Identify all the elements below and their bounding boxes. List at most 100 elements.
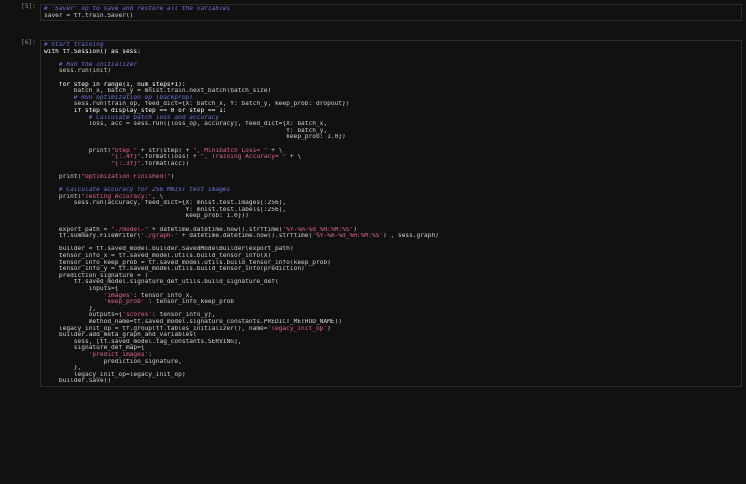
code-line: Y: mnist.test.labels[:256], xyxy=(44,207,738,214)
code-line: batch_x, batch_y = mnist.train.next_batc… xyxy=(44,88,738,95)
code-token: export_path = xyxy=(44,226,112,233)
code-line: export_path = "./model-" + datetime.date… xyxy=(44,227,738,234)
code-token: + str(step) + xyxy=(137,147,194,154)
code-token: "{:.3f}" xyxy=(111,160,141,167)
code-token: + datetime.datetime.now().strftime( xyxy=(178,233,313,240)
code-token: keep_prob: 1.0})) xyxy=(44,213,249,220)
code-line: tensor_info_y = tf.saved_model.utils.bui… xyxy=(44,266,738,273)
code-line: sess, [tf.saved_model.tag_constants.SERV… xyxy=(44,339,738,346)
code-line: tensor_info_x = tf.saved_model.utils.bui… xyxy=(44,253,738,260)
code-token: tensor_info_keep_prob = tf.saved_model.u… xyxy=(44,259,331,266)
code-token: inputs={ xyxy=(44,285,119,292)
cell-5-code-editor[interactable]: # 'Saver' op to save and restore all the… xyxy=(40,4,742,22)
code-token: tensor_info_y = tf.saved_model.utils.bui… xyxy=(44,266,305,273)
code-token: builder.save() xyxy=(44,378,112,385)
code-line: # Run optimization op (backprop) xyxy=(44,95,738,102)
code-token: + datetime.datetime.now().strftime( xyxy=(148,226,283,233)
code-line: 'keep_prob' : tensor_info_keep_prob xyxy=(44,299,738,306)
code-token: .format(loss) + xyxy=(140,154,201,161)
code-token: Y: mnist.test.labels[:256], xyxy=(44,206,287,213)
code-line: tf.saved_model.signature_def_utils.build… xyxy=(44,279,738,286)
code-token: 'legacy_init_op' xyxy=(267,325,328,332)
cell-6-code-editor[interactable]: # Start training with tf.Session() as ses… xyxy=(40,40,742,387)
code-token: method_name=tf.saved_model.signature_con… xyxy=(44,318,343,325)
code-token: builder.add_meta_graph_and_variables( xyxy=(44,332,197,339)
code-line: 'predict_images': xyxy=(44,352,738,359)
code-token: legacy_init_op=legacy_init_op) xyxy=(44,371,186,378)
code-token: "Optimization Finished!" xyxy=(81,173,171,180)
code-token: 'scores' xyxy=(122,312,153,319)
code-line: "{:.3f}".format(acc)) xyxy=(44,161,738,168)
code-token: ) xyxy=(353,226,357,233)
code-line: with tf.Session() as sess: xyxy=(44,49,738,56)
code-token: prediction_signature, xyxy=(44,358,182,365)
code-token: sess.run(train_op, feed_dict={X: batch_x… xyxy=(44,101,350,108)
code-token: : xyxy=(148,351,153,358)
code-line: sess.run(accuracy, feed_dict={X: mnist.t… xyxy=(44,200,738,207)
code-line: tf.summary.FileWriter('./graph-' + datet… xyxy=(44,233,738,240)
code-token: : tensor_info_x, xyxy=(133,292,194,299)
code-line: sess.run(train_op, feed_dict={X: batch_x… xyxy=(44,101,738,108)
code-token: legacy_init_op = tf.group(tf.tables_init… xyxy=(44,325,268,332)
code-line: keep_prob: 1.0}) xyxy=(44,134,738,141)
code-token: batch_x, batch_y = mnist.train.next_batc… xyxy=(44,88,272,95)
cell-6-prompt: [6]: xyxy=(21,39,36,46)
code-line: }, xyxy=(44,306,738,313)
code-token: './graph-' xyxy=(140,233,179,240)
code-token: sess, [tf.saved_model.tag_constants.SERV… xyxy=(44,338,242,345)
code-line: prediction_signature, xyxy=(44,359,738,366)
code-token: builder = tf.saved_model.builder.SavedMo… xyxy=(44,246,294,253)
code-token: signature_def_map={ xyxy=(44,345,145,352)
code-token: tensor_info_x = tf.saved_model.utils.bui… xyxy=(44,253,272,259)
code-line: }, xyxy=(44,365,738,372)
code-token: keep_prob: 1.0}) xyxy=(44,134,346,141)
cell-5-prompt: [5]: xyxy=(21,3,36,10)
code-token: prediction_signature = ( xyxy=(44,272,149,279)
code-token: sess.run(accuracy, feed_dict={X: mnist.t… xyxy=(44,200,287,207)
code-line: builder.add_meta_graph_and_variables( xyxy=(44,332,738,339)
code-token: # Run the initializer xyxy=(44,61,138,68)
code-line: print("Step " + str(step) + ", Minibatch… xyxy=(44,148,738,155)
code-token: }, xyxy=(44,365,82,372)
code-line: prediction_signature = ( xyxy=(44,273,738,280)
code-token: : tensor_info_y}, xyxy=(152,312,216,319)
code-line: signature_def_map={ xyxy=(44,345,738,352)
code-line: Y: batch_y, xyxy=(44,128,738,135)
code-token: print( xyxy=(44,147,112,154)
code-token: Y: batch_y, xyxy=(44,127,328,134)
code-token: + \ xyxy=(267,147,283,154)
code-token: ", Minibatch Loss= " xyxy=(193,147,268,154)
code-token: for step in range(1, num_steps+1): xyxy=(44,81,186,88)
code-token: # Start training xyxy=(44,42,104,48)
code-token: saver = tf.train.Saver() xyxy=(44,12,134,19)
code-line: # Start training xyxy=(44,42,738,49)
code-token: .format(acc)) xyxy=(140,160,190,167)
code-token: with tf.Session() as sess: xyxy=(44,48,141,55)
code-token: print( xyxy=(44,193,82,200)
code-token: ", Training Accuracy= " xyxy=(200,154,287,161)
code-line: "{:.4f}".format(loss) + ", Training Accu… xyxy=(44,154,738,161)
code-line: # Calculate accuracy for 256 MNIST test … xyxy=(44,187,738,194)
code-token: 'keep_prob' xyxy=(103,299,145,306)
code-token: , \ xyxy=(152,193,164,200)
code-line: legacy_init_op=legacy_init_op) xyxy=(44,372,738,379)
code-line: # Calculate batch loss and accuracy xyxy=(44,115,738,122)
code-token: # Calculate batch loss and accuracy xyxy=(44,114,220,121)
code-token: 'images' xyxy=(103,292,134,299)
code-line: legacy_init_op = tf.group(tf.tables_init… xyxy=(44,326,738,333)
code-token: '%Y-%m-%d_%H:%M:%S' xyxy=(282,226,354,233)
code-token: "Testing Accuracy:" xyxy=(81,193,153,200)
code-line: outputs={'scores': tensor_info_y}, xyxy=(44,312,738,319)
